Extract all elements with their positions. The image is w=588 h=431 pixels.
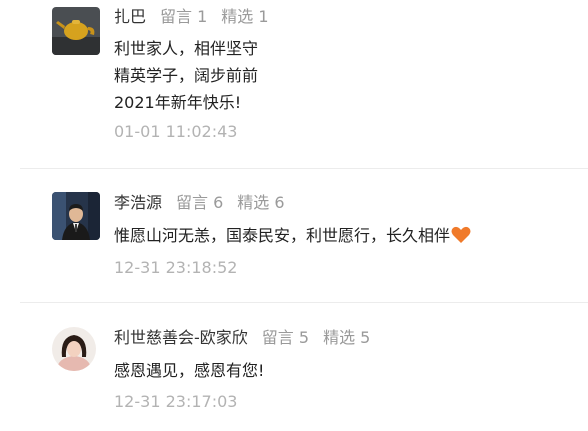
- pick-count[interactable]: 精选 1: [221, 7, 268, 26]
- commenter-name[interactable]: 李浩源: [114, 193, 162, 212]
- pick-count[interactable]: 精选 6: [237, 193, 284, 212]
- comment-divider: [20, 302, 588, 303]
- comment-timestamp: 12-31 23:17:03: [114, 392, 238, 411]
- commenter-name[interactable]: 扎巴: [114, 7, 146, 26]
- man-in-suit-avatar-image: [52, 192, 100, 240]
- woman-portrait-avatar-image: [52, 327, 96, 371]
- comment-text-line: 利世家人，相伴坚守: [114, 39, 259, 58]
- comment-text-line: 感恩遇见，感恩有您!: [114, 361, 265, 380]
- comment-timestamp: 12-31 23:18:52: [114, 258, 238, 277]
- comment-text-line: 精英学子，阔步前前: [114, 66, 259, 85]
- comment-text-line: 惟愿山河无恙，国泰民安，利世愿行，长久相伴: [114, 223, 471, 252]
- reply-count[interactable]: 留言 1: [160, 7, 207, 26]
- comment-divider: [20, 168, 588, 169]
- pick-count[interactable]: 精选 5: [323, 328, 370, 347]
- comment-text: 惟愿山河无恙，国泰民安，利世愿行，长久相伴: [114, 226, 451, 245]
- avatar[interactable]: [52, 327, 96, 371]
- teapot-photo-avatar-image: [52, 7, 100, 55]
- avatar[interactable]: [52, 7, 100, 55]
- avatar[interactable]: [52, 192, 100, 240]
- comment-meta: 利世慈善会-欧家欣 留言 5 精选 5: [114, 327, 370, 349]
- commenter-name[interactable]: 利世慈善会-欧家欣: [114, 328, 248, 347]
- comment-timestamp: 01-01 11:02:43: [114, 122, 238, 141]
- reply-count[interactable]: 留言 5: [262, 328, 309, 347]
- comment-text-line: 2021年新年快乐!: [114, 93, 242, 112]
- comment-meta: 扎巴 留言 1 精选 1: [114, 6, 269, 28]
- heart-icon: [451, 226, 471, 252]
- reply-count[interactable]: 留言 6: [176, 193, 223, 212]
- comment-meta: 李浩源 留言 6 精选 6: [114, 192, 285, 214]
